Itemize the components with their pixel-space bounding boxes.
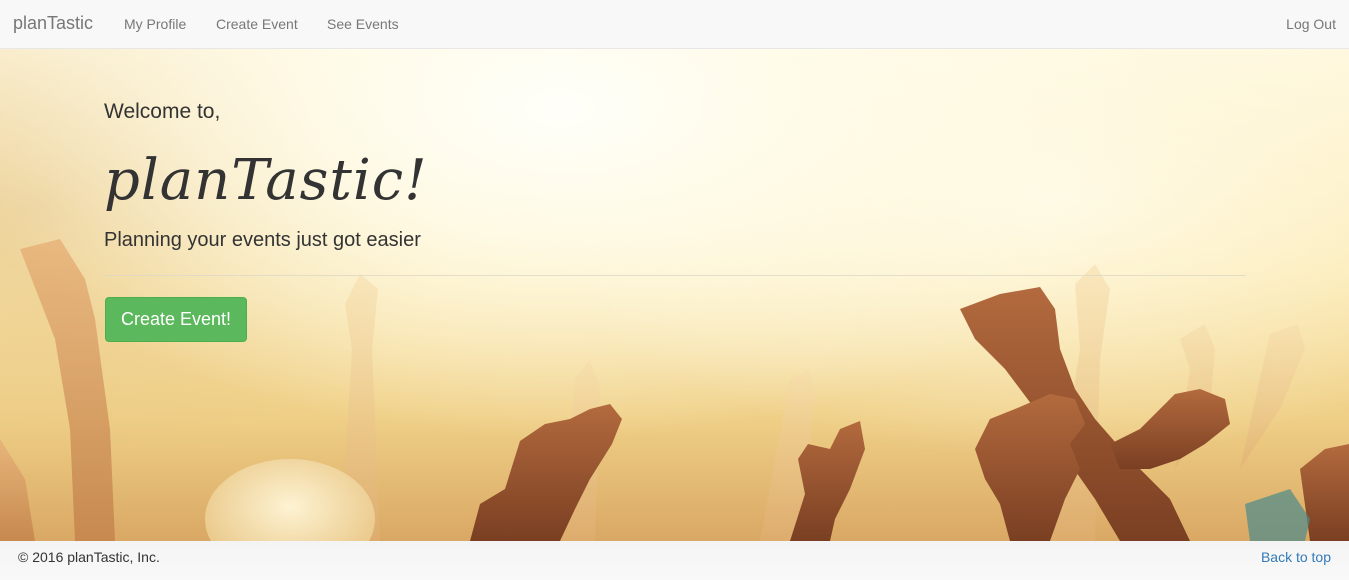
nav-my-profile[interactable]: My Profile [124, 15, 186, 33]
nav-log-out[interactable]: Log Out [1286, 15, 1336, 33]
hero-divider [104, 275, 1246, 276]
top-navbar: planTastic My Profile Create Event See E… [0, 0, 1349, 49]
nav-create-event[interactable]: Create Event [216, 15, 298, 33]
page-footer: © 2016 planTastic, Inc. Back to top [0, 541, 1349, 580]
welcome-text: Welcome to, [104, 100, 221, 123]
nav-see-events[interactable]: See Events [327, 15, 399, 33]
hero-title: planTastic! [104, 148, 428, 213]
back-to-top-link[interactable]: Back to top [1261, 549, 1331, 565]
hero-jumbotron: Welcome to, planTastic! Planning your ev… [0, 49, 1349, 541]
hero-tagline: Planning your events just got easier [104, 229, 421, 251]
create-event-button[interactable]: Create Event! [105, 297, 247, 342]
brand-link[interactable]: planTastic [13, 13, 93, 33]
copyright-text: © 2016 planTastic, Inc. [18, 549, 160, 565]
